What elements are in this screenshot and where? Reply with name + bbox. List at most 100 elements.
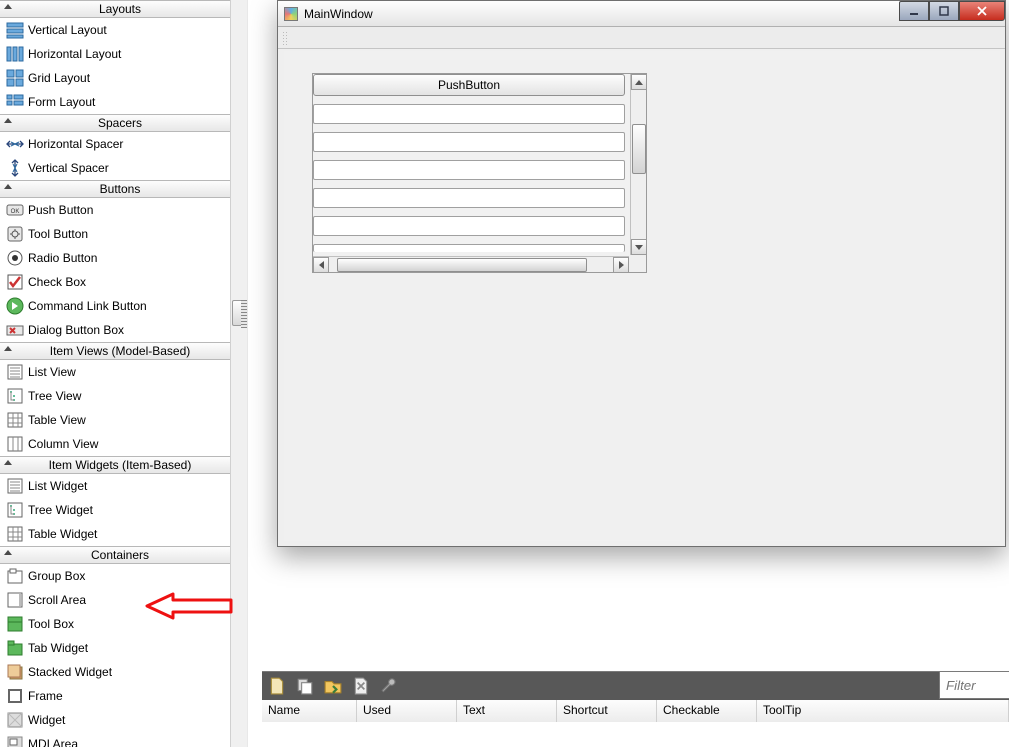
widget-box-item-label: List Widget: [28, 479, 87, 493]
widget-group-header[interactable]: Layouts: [0, 0, 240, 18]
minimize-button[interactable]: [899, 1, 929, 21]
widget-box-item[interactable]: MDI Area: [0, 732, 240, 747]
widget-box-item[interactable]: Horizontal Spacer: [0, 132, 240, 156]
widget-group-header[interactable]: Spacers: [0, 114, 240, 132]
scroll-right-button[interactable]: [613, 257, 629, 273]
widget-box-item[interactable]: List View: [0, 360, 240, 384]
widget-box-item-label: Grid Layout: [28, 71, 90, 85]
widget-box-item[interactable]: Column View: [0, 432, 240, 456]
scroll-left-button[interactable]: [313, 257, 329, 273]
stacked-widget-icon: [6, 663, 24, 681]
configure-action-button[interactable]: [380, 677, 398, 695]
table-column-label: Shortcut: [563, 703, 608, 717]
titlebar[interactable]: MainWindow: [278, 1, 1005, 27]
widget-box-item[interactable]: Table View: [0, 408, 240, 432]
scroll-down-button[interactable]: [631, 239, 647, 255]
filter-input[interactable]: [939, 672, 1009, 699]
svg-text:OK: OK: [11, 209, 20, 215]
action-table-header: Name Used Text Shortcut Checkable ToolTi…: [262, 700, 1009, 722]
widget-box-item[interactable]: Tool Button: [0, 222, 240, 246]
widget-box-item[interactable]: Tree Widget: [0, 498, 240, 522]
widget-box-item[interactable]: Check Box: [0, 270, 240, 294]
widget-box-item-label: Table Widget: [28, 527, 97, 541]
delete-action-button[interactable]: [352, 677, 370, 695]
widget-box-item[interactable]: Tab Widget: [0, 636, 240, 660]
widget-group-header[interactable]: Containers: [0, 546, 240, 564]
tree-widget-icon: [6, 501, 24, 519]
line-edit-widget[interactable]: [313, 104, 625, 124]
widget-group-header[interactable]: Item Views (Model-Based): [0, 342, 240, 360]
push-button-icon: OK: [6, 201, 24, 219]
widget-box-item-label: Frame: [28, 689, 63, 703]
form-window[interactable]: MainWindow: [277, 0, 1006, 547]
central-widget[interactable]: PushButton: [284, 51, 1000, 541]
widget-box-item-label: Push Button: [28, 203, 93, 217]
line-edit-widget[interactable]: [313, 216, 625, 236]
table-column-header[interactable]: Text: [457, 700, 557, 722]
copy-action-button[interactable]: [296, 677, 314, 695]
scroll-area-icon: [6, 591, 24, 609]
scroll-corner: [629, 255, 646, 272]
collapse-arrow-icon: [4, 184, 12, 189]
widget-box-scrollbar[interactable]: [230, 0, 247, 747]
widget-box-item-label: Check Box: [28, 275, 86, 289]
widget-box-item[interactable]: Widget: [0, 708, 240, 732]
table-view-icon: [6, 411, 24, 429]
widget-box-item-label: Table View: [28, 413, 86, 427]
widget-box-item-label: Vertical Spacer: [28, 161, 109, 175]
scroll-area-vertical-scrollbar[interactable]: [630, 74, 646, 255]
widget-box-item[interactable]: Table Widget: [0, 522, 240, 546]
widget-box-item-label: Vertical Layout: [28, 23, 107, 37]
line-edit-widget[interactable]: [313, 188, 625, 208]
table-column-label: Name: [268, 703, 300, 717]
new-action-button[interactable]: [268, 677, 286, 695]
widget-box-item[interactable]: Vertical Layout: [0, 18, 240, 42]
widget-box-item[interactable]: Tree View: [0, 384, 240, 408]
maximize-button[interactable]: [929, 1, 959, 21]
scroll-area-horizontal-scrollbar[interactable]: [313, 256, 629, 272]
push-button-widget[interactable]: PushButton: [313, 74, 625, 96]
widget-box-item[interactable]: Vertical Spacer: [0, 156, 240, 180]
scrollbar-thumb[interactable]: [632, 124, 646, 174]
scroll-up-button[interactable]: [631, 74, 647, 90]
widget-box-item[interactable]: Dialog Button Box: [0, 318, 240, 342]
scroll-area-contents[interactable]: PushButton: [313, 74, 629, 255]
widget-box-item[interactable]: Group Box: [0, 564, 240, 588]
widget-box-item[interactable]: Horizontal Layout: [0, 42, 240, 66]
widget-group-header[interactable]: Item Widgets (Item-Based): [0, 456, 240, 474]
form-toolbar[interactable]: [278, 27, 1005, 49]
widget-box-item-label: Dialog Button Box: [28, 323, 124, 337]
widget-box-item[interactable]: Grid Layout: [0, 66, 240, 90]
scroll-area-widget[interactable]: PushButton: [312, 73, 647, 273]
paste-action-button[interactable]: [324, 677, 342, 695]
widget-group-title: Containers: [91, 547, 149, 563]
table-column-header[interactable]: Used: [357, 700, 457, 722]
check-box-icon: [6, 273, 24, 291]
scrollbar-thumb[interactable]: [337, 258, 587, 272]
widget-box-item[interactable]: Command Link Button: [0, 294, 240, 318]
line-edit-widget[interactable]: [313, 244, 625, 252]
line-edit-widget[interactable]: [313, 160, 625, 180]
widget-box-item[interactable]: Stacked Widget: [0, 660, 240, 684]
widget-box-item[interactable]: Frame: [0, 684, 240, 708]
splitter-handle[interactable]: [241, 300, 247, 328]
widget-box-item[interactable]: Form Layout: [0, 90, 240, 114]
close-button[interactable]: [959, 1, 1005, 21]
widget-group-title: Layouts: [99, 1, 141, 17]
table-column-header[interactable]: Name: [262, 700, 357, 722]
widget-box-item[interactable]: Radio Button: [0, 246, 240, 270]
collapse-arrow-icon: [4, 460, 12, 465]
widget-box-item-label: List View: [28, 365, 76, 379]
widget-box-item-label: Widget: [28, 713, 65, 727]
close-icon: [977, 6, 987, 16]
table-column-header[interactable]: ToolTip: [757, 700, 1009, 722]
wrench-icon: [380, 677, 398, 695]
widget-box-item[interactable]: OK Push Button: [0, 198, 240, 222]
widget-group-header[interactable]: Buttons: [0, 180, 240, 198]
table-column-header[interactable]: Shortcut: [557, 700, 657, 722]
line-edit-widget[interactable]: [313, 132, 625, 152]
widget-box-item-label: MDI Area: [28, 737, 78, 747]
vertical-spacer-icon: [6, 159, 24, 177]
table-column-header[interactable]: Checkable: [657, 700, 757, 722]
widget-box-item[interactable]: List Widget: [0, 474, 240, 498]
